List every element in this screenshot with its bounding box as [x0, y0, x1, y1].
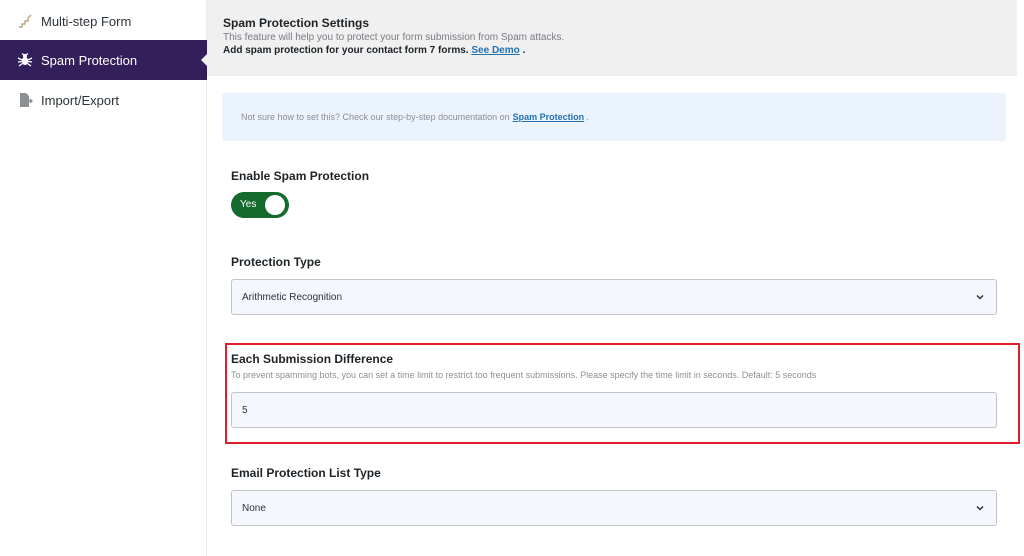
demo-suffix: . — [522, 45, 526, 56]
email-list-type-value: None — [242, 502, 266, 514]
submission-difference-input[interactable] — [231, 392, 997, 428]
bug-icon — [17, 52, 33, 68]
documentation-notice: Not sure how to set this? Check our step… — [222, 93, 1006, 141]
sidebar-item-import-export[interactable]: Import/Export — [0, 80, 207, 120]
toggle-knob — [265, 195, 285, 215]
enable-spam-protection-label: Enable Spam Protection — [231, 169, 370, 183]
main-content: Spam Protection Settings This feature wi… — [207, 0, 1024, 556]
sidebar-item-multi-step-form[interactable]: Multi-step Form — [0, 1, 207, 41]
sidebar-item-label: Multi-step Form — [41, 13, 132, 29]
stairs-icon — [17, 13, 33, 29]
page-subtitle: This feature will help you to protect yo… — [223, 32, 565, 43]
add-protection-label: Add spam protection for your contact for… — [223, 45, 469, 56]
sidebar-item-spam-protection[interactable]: Spam Protection — [0, 40, 208, 80]
page-title: Spam Protection Settings — [223, 16, 370, 30]
submission-difference-description: To prevent spamming bots, you can set a … — [231, 370, 817, 380]
notice-suffix: . — [586, 112, 589, 122]
email-protection-list-type-label: Email Protection List Type — [231, 466, 381, 480]
enable-spam-protection-toggle[interactable]: Yes — [231, 192, 289, 218]
toggle-label: Yes — [240, 199, 257, 210]
file-export-icon — [17, 92, 33, 108]
submission-difference-label: Each Submission Difference — [231, 352, 394, 366]
protection-type-label: Protection Type — [231, 255, 321, 269]
notice-text: Not sure how to set this? Check our step… — [241, 112, 510, 122]
add-protection-text: Add spam protection for your contact for… — [223, 44, 1017, 57]
settings-header: Spam Protection Settings This feature wi… — [207, 0, 1017, 76]
spam-protection-doc-link[interactable]: Spam Protection — [513, 112, 585, 122]
see-demo-link[interactable]: See Demo — [471, 45, 519, 56]
sidebar-item-label: Import/Export — [41, 92, 120, 108]
chevron-down-icon — [974, 502, 986, 514]
chevron-down-icon — [974, 291, 986, 303]
protection-type-select[interactable]: Arithmetic Recognition — [231, 279, 997, 315]
protection-type-value: Arithmetic Recognition — [242, 291, 343, 303]
email-protection-list-type-select[interactable]: None — [231, 490, 997, 526]
sidebar-item-label: Spam Protection — [41, 52, 138, 68]
sidebar: Multi-step Form Spam Protection Import/E… — [0, 0, 208, 556]
